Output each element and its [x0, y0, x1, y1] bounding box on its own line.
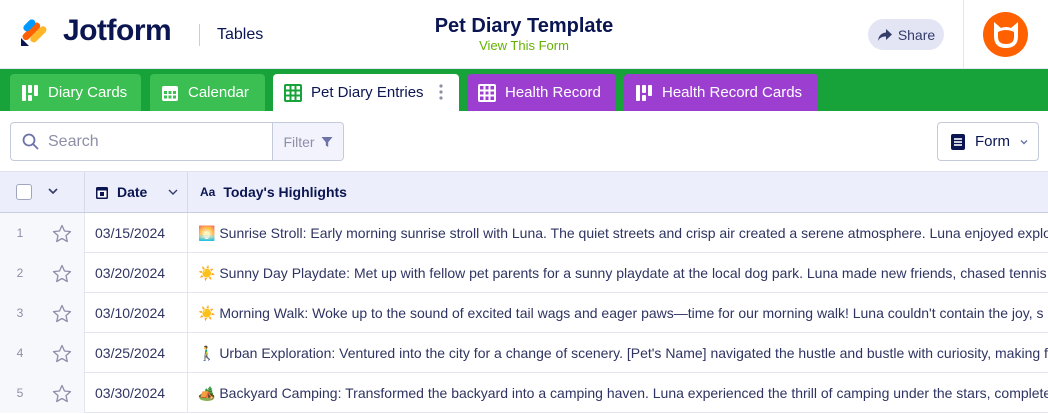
tab-health-record-cards[interactable]: Health Record Cards [624, 74, 818, 111]
tab-diary-cards[interactable]: Diary Cards [10, 74, 141, 111]
table-icon [284, 83, 302, 102]
select-all-column [0, 172, 85, 212]
table-row[interactable]: 3 03/10/2024 ☀️ Morning Walk: Woke up to… [0, 293, 1048, 333]
header-divider [963, 0, 964, 68]
select-all-checkbox[interactable] [16, 184, 32, 200]
data-table: Date Aa Today's Highlights 1 03/15/2024 … [0, 171, 1048, 414]
table-row[interactable]: 2 03/20/2024 ☀️ Sunny Day Playdate: Met … [0, 253, 1048, 293]
form-document-icon [951, 133, 965, 150]
table-row[interactable]: 5 03/30/2024 🏕️ Backyard Camping: Transf… [0, 373, 1048, 413]
filter-label: Filter [283, 133, 315, 150]
toolbar: Filter Form [0, 111, 1048, 171]
more-options-icon[interactable] [439, 84, 443, 100]
tab-health-record[interactable]: Health Record [467, 74, 616, 111]
row-number: 1 [0, 213, 40, 253]
form-title-group: Pet Diary Template View This Form [374, 14, 674, 54]
view-form-button[interactable]: Form [937, 122, 1039, 161]
jotform-logo-icon[interactable] [18, 16, 50, 48]
table-header: Date Aa Today's Highlights [0, 172, 1048, 213]
star-icon[interactable] [40, 333, 85, 373]
tab-label: Health Record [505, 84, 601, 101]
cards-icon [636, 84, 652, 101]
column-header-date[interactable]: Date [85, 172, 188, 212]
product-name[interactable]: Tables [217, 26, 263, 44]
share-button[interactable]: Share [868, 19, 944, 50]
row-number: 3 [0, 293, 40, 333]
tab-label: Pet Diary Entries [311, 84, 424, 101]
table-row[interactable]: 4 03/25/2024 🚶‍♂️ Urban Exploration: Ven… [0, 333, 1048, 373]
calendar-icon [96, 186, 108, 199]
brand-name[interactable]: Jotform [63, 14, 172, 48]
star-icon[interactable] [40, 373, 85, 413]
chevron-down-icon[interactable] [167, 186, 179, 198]
text-type-icon: Aa [200, 185, 216, 199]
star-icon[interactable] [40, 253, 85, 293]
star-icon[interactable] [40, 293, 85, 333]
chevron-down-icon[interactable] [46, 184, 60, 198]
tab-label: Diary Cards [48, 84, 128, 101]
date-cell[interactable]: 03/25/2024 [85, 333, 188, 373]
column-header-todays-highlights[interactable]: Aa Today's Highlights [188, 172, 1048, 212]
app-header: Jotform Tables Pet Diary Template View T… [0, 0, 1048, 69]
filter-funnel-icon [321, 136, 333, 147]
table-icon [478, 83, 496, 102]
chevron-down-icon [1020, 139, 1028, 144]
search-field-wrap [11, 123, 272, 160]
search-icon [22, 133, 39, 150]
row-number: 5 [0, 373, 40, 413]
share-label: Share [897, 26, 936, 43]
user-avatar-icon [993, 21, 1018, 48]
tab-calendar[interactable]: Calendar [150, 74, 265, 111]
tab-pet-diary-entries[interactable]: Pet Diary Entries [273, 74, 459, 111]
brand-divider [199, 24, 200, 46]
cards-icon [22, 84, 38, 101]
view-form-link[interactable]: View This Form [374, 38, 674, 54]
calendar-icon [162, 85, 178, 101]
filter-button[interactable]: Filter [272, 123, 343, 160]
highlight-cell[interactable]: 🏕️ Backyard Camping: Transformed the bac… [188, 373, 1048, 413]
table-row[interactable]: 1 03/15/2024 🌅 Sunrise Stroll: Early mor… [0, 213, 1048, 253]
row-number: 4 [0, 333, 40, 373]
date-cell[interactable]: 03/10/2024 [85, 293, 188, 333]
star-icon[interactable] [40, 213, 85, 253]
highlight-cell[interactable]: ☀️ Sunny Day Playdate: Met up with fello… [188, 253, 1048, 293]
search-box: Filter [10, 122, 344, 161]
column-label: Date [117, 184, 148, 200]
view-form-label: Form [975, 133, 1010, 150]
share-arrow-icon [877, 28, 892, 41]
highlight-cell[interactable]: 🌅 Sunrise Stroll: Early morning sunrise … [188, 213, 1048, 253]
tabs-bar: Diary Cards Calendar Pet Diary Entries H… [0, 69, 1048, 111]
highlight-cell[interactable]: ☀️ Morning Walk: Woke up to the sound of… [188, 293, 1048, 333]
tab-label: Calendar [188, 84, 249, 101]
page-title: Pet Diary Template [434, 15, 614, 37]
date-cell[interactable]: 03/15/2024 [85, 213, 188, 253]
column-label: Today's Highlights [223, 184, 347, 200]
tab-label: Health Record Cards [662, 84, 803, 101]
row-number: 2 [0, 253, 40, 293]
highlight-cell[interactable]: 🚶‍♂️ Urban Exploration: Ventured into th… [188, 333, 1048, 373]
date-cell[interactable]: 03/20/2024 [85, 253, 188, 293]
search-input[interactable] [48, 132, 248, 151]
avatar[interactable] [983, 12, 1028, 57]
date-cell[interactable]: 03/30/2024 [85, 373, 188, 413]
